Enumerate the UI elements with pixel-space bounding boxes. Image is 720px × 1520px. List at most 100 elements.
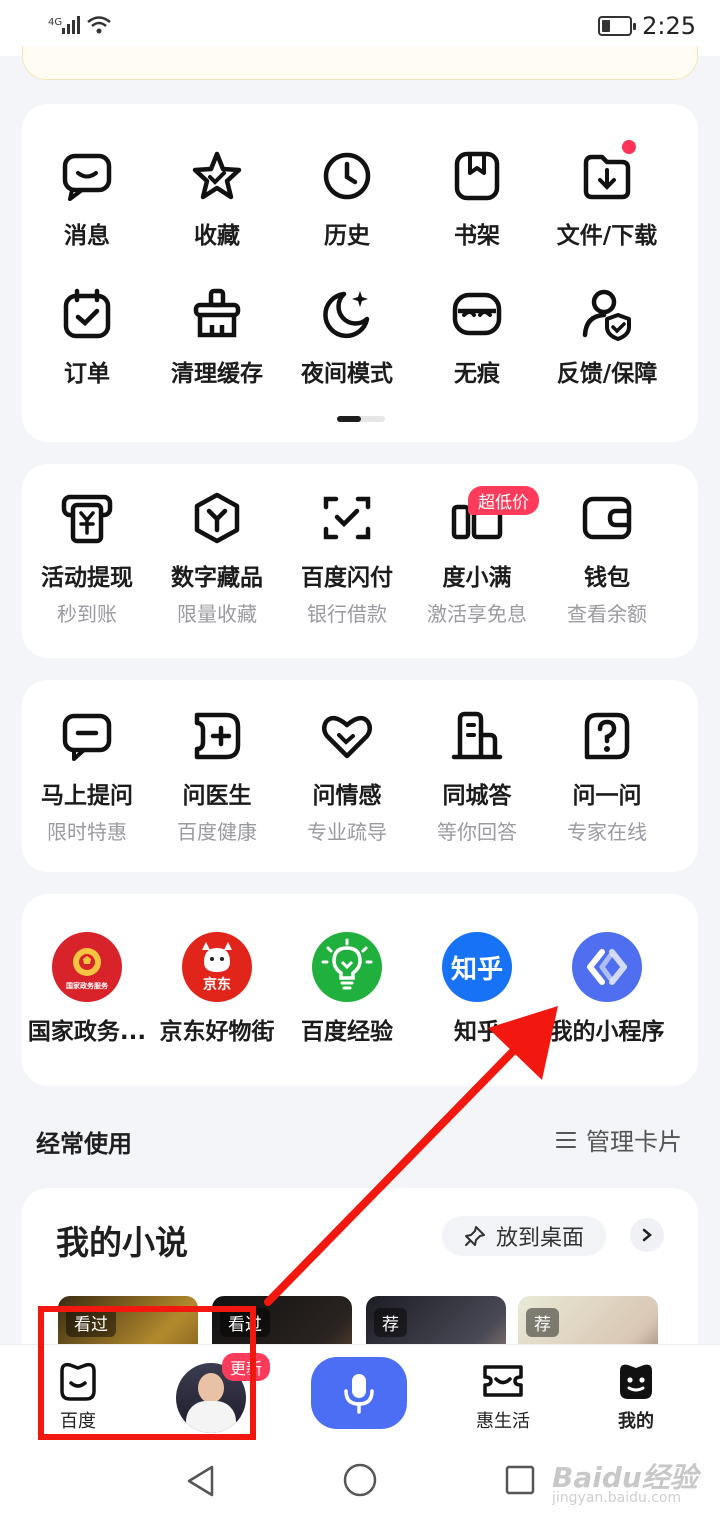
user-shield-icon xyxy=(577,284,637,344)
tool-label: 反馈/保障 xyxy=(556,361,658,387)
qa-sublabel: 专业疏导 xyxy=(307,820,387,844)
manage-cards-button[interactable]: 管理卡片 xyxy=(556,1122,682,1157)
miniapp-my-programs[interactable]: 我的小程序 xyxy=(542,932,672,1046)
qa-ask-now[interactable]: 马上提问 限时特惠 xyxy=(22,706,152,845)
miniapp-zhihu[interactable]: 知乎 知乎 xyxy=(412,932,542,1046)
qa-label: 同城答 xyxy=(442,783,512,809)
back-icon[interactable] xyxy=(184,1464,218,1498)
tool-label: 夜间模式 xyxy=(301,361,393,387)
miniapp-baidu-jingyan[interactable]: 百度经验 xyxy=(282,932,412,1046)
finance-duxiaoman[interactable]: 超低价 度小满 激活享免息 xyxy=(412,486,542,627)
notification-dot xyxy=(622,140,636,154)
miniapp-gov-services[interactable]: 国家政务服务 国家政务... xyxy=(22,932,152,1046)
qa-ask-expert[interactable]: 问一问 专家在线 xyxy=(542,706,672,845)
pin-icon xyxy=(465,1226,485,1246)
mini-apps-card: 国家政务服务 国家政务... 京东 京东好物街 百度经验 知乎 知乎 我的小程序 xyxy=(22,894,698,1086)
tool-feedback[interactable]: 反馈/保障 xyxy=(542,284,672,388)
tool-orders[interactable]: 订单 xyxy=(22,284,152,388)
clock-time: 2:25 xyxy=(642,12,696,40)
tool-history[interactable]: 历史 xyxy=(282,146,412,250)
quick-tools-card: 消息 收藏 历史 书架 文件/下载 订单 清理缓存 夜间模式 无痕 反馈/保障 xyxy=(22,104,698,442)
scan-pay-icon xyxy=(317,488,377,548)
finance-cashout[interactable]: 活动提现 秒到账 xyxy=(22,488,152,627)
finance-flash-pay[interactable]: 百度闪付 银行借款 xyxy=(282,488,412,627)
finance-label: 活动提现 xyxy=(41,565,133,591)
tool-bookshelf[interactable]: 书架 xyxy=(412,146,542,250)
book-tag: 荐 xyxy=(374,1308,407,1337)
qa-card: 马上提问 限时特惠 问医生 百度健康 问情感 专业疏导 同城答 等你回答 问一问… xyxy=(22,680,698,872)
home-circle-icon[interactable] xyxy=(342,1462,378,1498)
qa-ask-emotion[interactable]: 问情感 专业疏导 xyxy=(282,706,412,845)
finance-label: 数字藏品 xyxy=(171,565,263,591)
tool-label: 清理缓存 xyxy=(171,361,263,387)
qa-local-answers[interactable]: 同城答 等你回答 xyxy=(412,706,542,845)
tool-label: 消息 xyxy=(64,223,110,249)
tool-label: 订单 xyxy=(64,361,110,387)
download-folder-icon xyxy=(577,146,637,206)
tool-clear-cache[interactable]: 清理缓存 xyxy=(152,284,282,388)
tool-favorites[interactable]: 收藏 xyxy=(152,146,282,250)
tool-downloads[interactable]: 文件/下载 xyxy=(542,140,672,250)
message-icon xyxy=(57,146,117,206)
microphone-icon xyxy=(344,1374,374,1414)
miniapp-label: 我的小程序 xyxy=(549,1019,665,1045)
zhihu-logo-text: 知乎 xyxy=(450,954,503,985)
voice-search-button[interactable] xyxy=(311,1357,407,1429)
tab-label: 惠生活 xyxy=(476,1411,530,1432)
top-banner[interactable] xyxy=(22,46,698,80)
broom-icon xyxy=(187,284,247,344)
hexagon-y-icon xyxy=(187,488,247,548)
miniapp-label: 知乎 xyxy=(454,1019,500,1045)
miniapp-label: 国家政务... xyxy=(27,1019,147,1045)
tool-messages[interactable]: 消息 xyxy=(22,146,152,250)
tool-incognito[interactable]: 无痕 xyxy=(412,284,542,388)
qa-sublabel: 百度健康 xyxy=(177,820,257,844)
bookshelf-icon xyxy=(447,146,507,206)
qa-label: 马上提问 xyxy=(41,783,133,809)
qa-sublabel: 专家在线 xyxy=(567,820,647,844)
frequent-section-title: 经常使用 xyxy=(36,1130,132,1158)
tool-label: 收藏 xyxy=(194,223,240,249)
ask-bubble-icon xyxy=(57,706,117,766)
building-icon xyxy=(447,706,507,766)
tab-mine[interactable]: 我的 xyxy=(614,1359,658,1433)
calendar-check-icon xyxy=(57,284,117,344)
miniapp-jd[interactable]: 京东 京东好物街 xyxy=(152,932,282,1046)
mine-face-icon xyxy=(620,1364,652,1399)
tool-label: 书架 xyxy=(454,223,500,249)
finance-sublabel: 限量收藏 xyxy=(177,602,257,626)
finance-sublabel: 激活享免息 xyxy=(427,602,527,626)
tool-label: 无痕 xyxy=(454,361,500,387)
list-icon xyxy=(556,1131,576,1148)
pin-to-desktop-button[interactable]: 放到桌面 xyxy=(442,1216,607,1256)
finance-sublabel: 秒到账 xyxy=(57,602,117,626)
zhihu-icon: 知乎 xyxy=(442,932,512,1002)
qa-label: 问情感 xyxy=(312,783,382,809)
medical-icon xyxy=(187,706,247,766)
finance-wallet[interactable]: 钱包 查看余额 xyxy=(542,488,672,627)
qa-label: 问医生 xyxy=(182,783,252,809)
recents-icon[interactable] xyxy=(504,1464,536,1496)
finance-digital-collectibles[interactable]: 数字藏品 限量收藏 xyxy=(152,488,282,627)
svg-text:京东: 京东 xyxy=(203,976,231,993)
qa-sublabel: 限时特惠 xyxy=(47,820,127,844)
mask-icon xyxy=(447,284,507,344)
tab-life[interactable]: 惠生活 xyxy=(476,1359,530,1433)
page-indicator xyxy=(337,416,385,422)
highlight-box xyxy=(38,1306,256,1440)
tool-night-mode[interactable]: 夜间模式 xyxy=(282,284,412,388)
lightbulb-icon xyxy=(312,932,382,1002)
finance-card: 活动提现 秒到账 数字藏品 限量收藏 百度闪付 银行借款 超低价 度小满 激活享… xyxy=(22,464,698,658)
finance-sublabel: 银行借款 xyxy=(307,602,387,626)
svg-text:国家政务服务: 国家政务服务 xyxy=(66,981,109,990)
miniapp-label: 京东好物街 xyxy=(159,1019,275,1045)
chevron-right-icon[interactable] xyxy=(630,1218,664,1252)
life-service-icon xyxy=(483,1365,523,1397)
gov-emblem-icon: 国家政务服务 xyxy=(52,932,122,1002)
tab-label: 我的 xyxy=(618,1411,654,1432)
svg-text:4G: 4G xyxy=(48,17,62,28)
pin-label: 放到桌面 xyxy=(496,1226,585,1251)
qa-ask-doctor[interactable]: 问医生 百度健康 xyxy=(152,706,282,845)
book-tag: 荐 xyxy=(526,1308,559,1337)
finance-sublabel: 查看余额 xyxy=(567,602,647,626)
